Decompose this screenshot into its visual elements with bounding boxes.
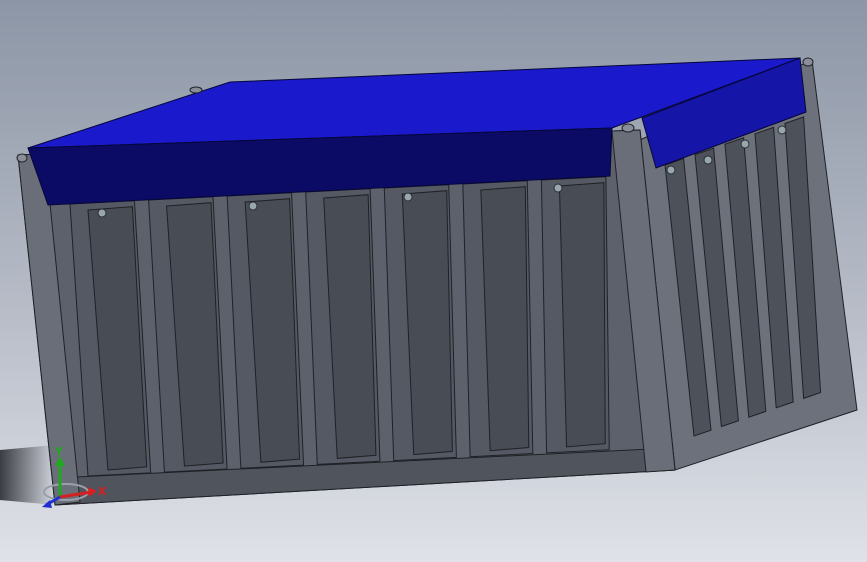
bolt-7 bbox=[740, 139, 750, 149]
bolt-3 bbox=[403, 192, 413, 202]
bolt-6 bbox=[703, 155, 713, 165]
bolt-4 bbox=[553, 183, 563, 193]
hinge-rear bbox=[802, 57, 814, 67]
triad-y-label: Y bbox=[54, 445, 64, 458]
bolt-1 bbox=[97, 208, 107, 218]
cad-model-scene[interactable]: Y X bbox=[0, 0, 867, 562]
bolt-2 bbox=[248, 201, 258, 211]
triad-x-label: X bbox=[98, 485, 107, 498]
front-slot-recess-7 bbox=[558, 182, 606, 448]
bolt-5 bbox=[666, 165, 676, 175]
hinge-front-left bbox=[16, 153, 28, 163]
3d-viewport[interactable]: Y X bbox=[0, 0, 867, 562]
bolt-8 bbox=[777, 125, 787, 135]
hinge-top bbox=[189, 86, 203, 94]
hinge-front-right bbox=[621, 123, 635, 133]
